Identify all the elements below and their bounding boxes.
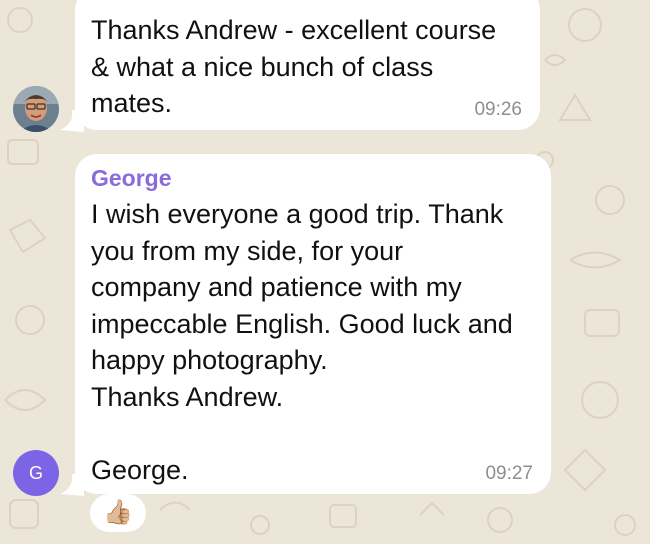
avatar-initial: G (28, 462, 43, 483)
thumbs-up-icon: 👍🏼 (103, 499, 133, 526)
sender-name[interactable]: George (91, 164, 551, 192)
avatar-photo-icon (13, 86, 59, 132)
message-bubble-2[interactable]: George I wish everyone a good trip. Than… (75, 154, 551, 494)
message-text: Thanks Andrew - excellent course & what … (91, 15, 497, 118)
message-timestamp: 09:27 (485, 463, 533, 484)
message-reaction[interactable]: 👍🏼 (90, 494, 146, 532)
message-bubble-1[interactable]: Thanks Andrew - excellent course & what … (75, 0, 540, 130)
message-timestamp: 09:26 (474, 99, 522, 120)
bubble-tail (60, 474, 84, 496)
message-text: I wish everyone a good trip. Thank you f… (91, 199, 513, 485)
sender-avatar-george[interactable]: G (13, 450, 59, 496)
sender-avatar-photo[interactable] (13, 86, 59, 132)
bubble-tail (60, 110, 84, 132)
